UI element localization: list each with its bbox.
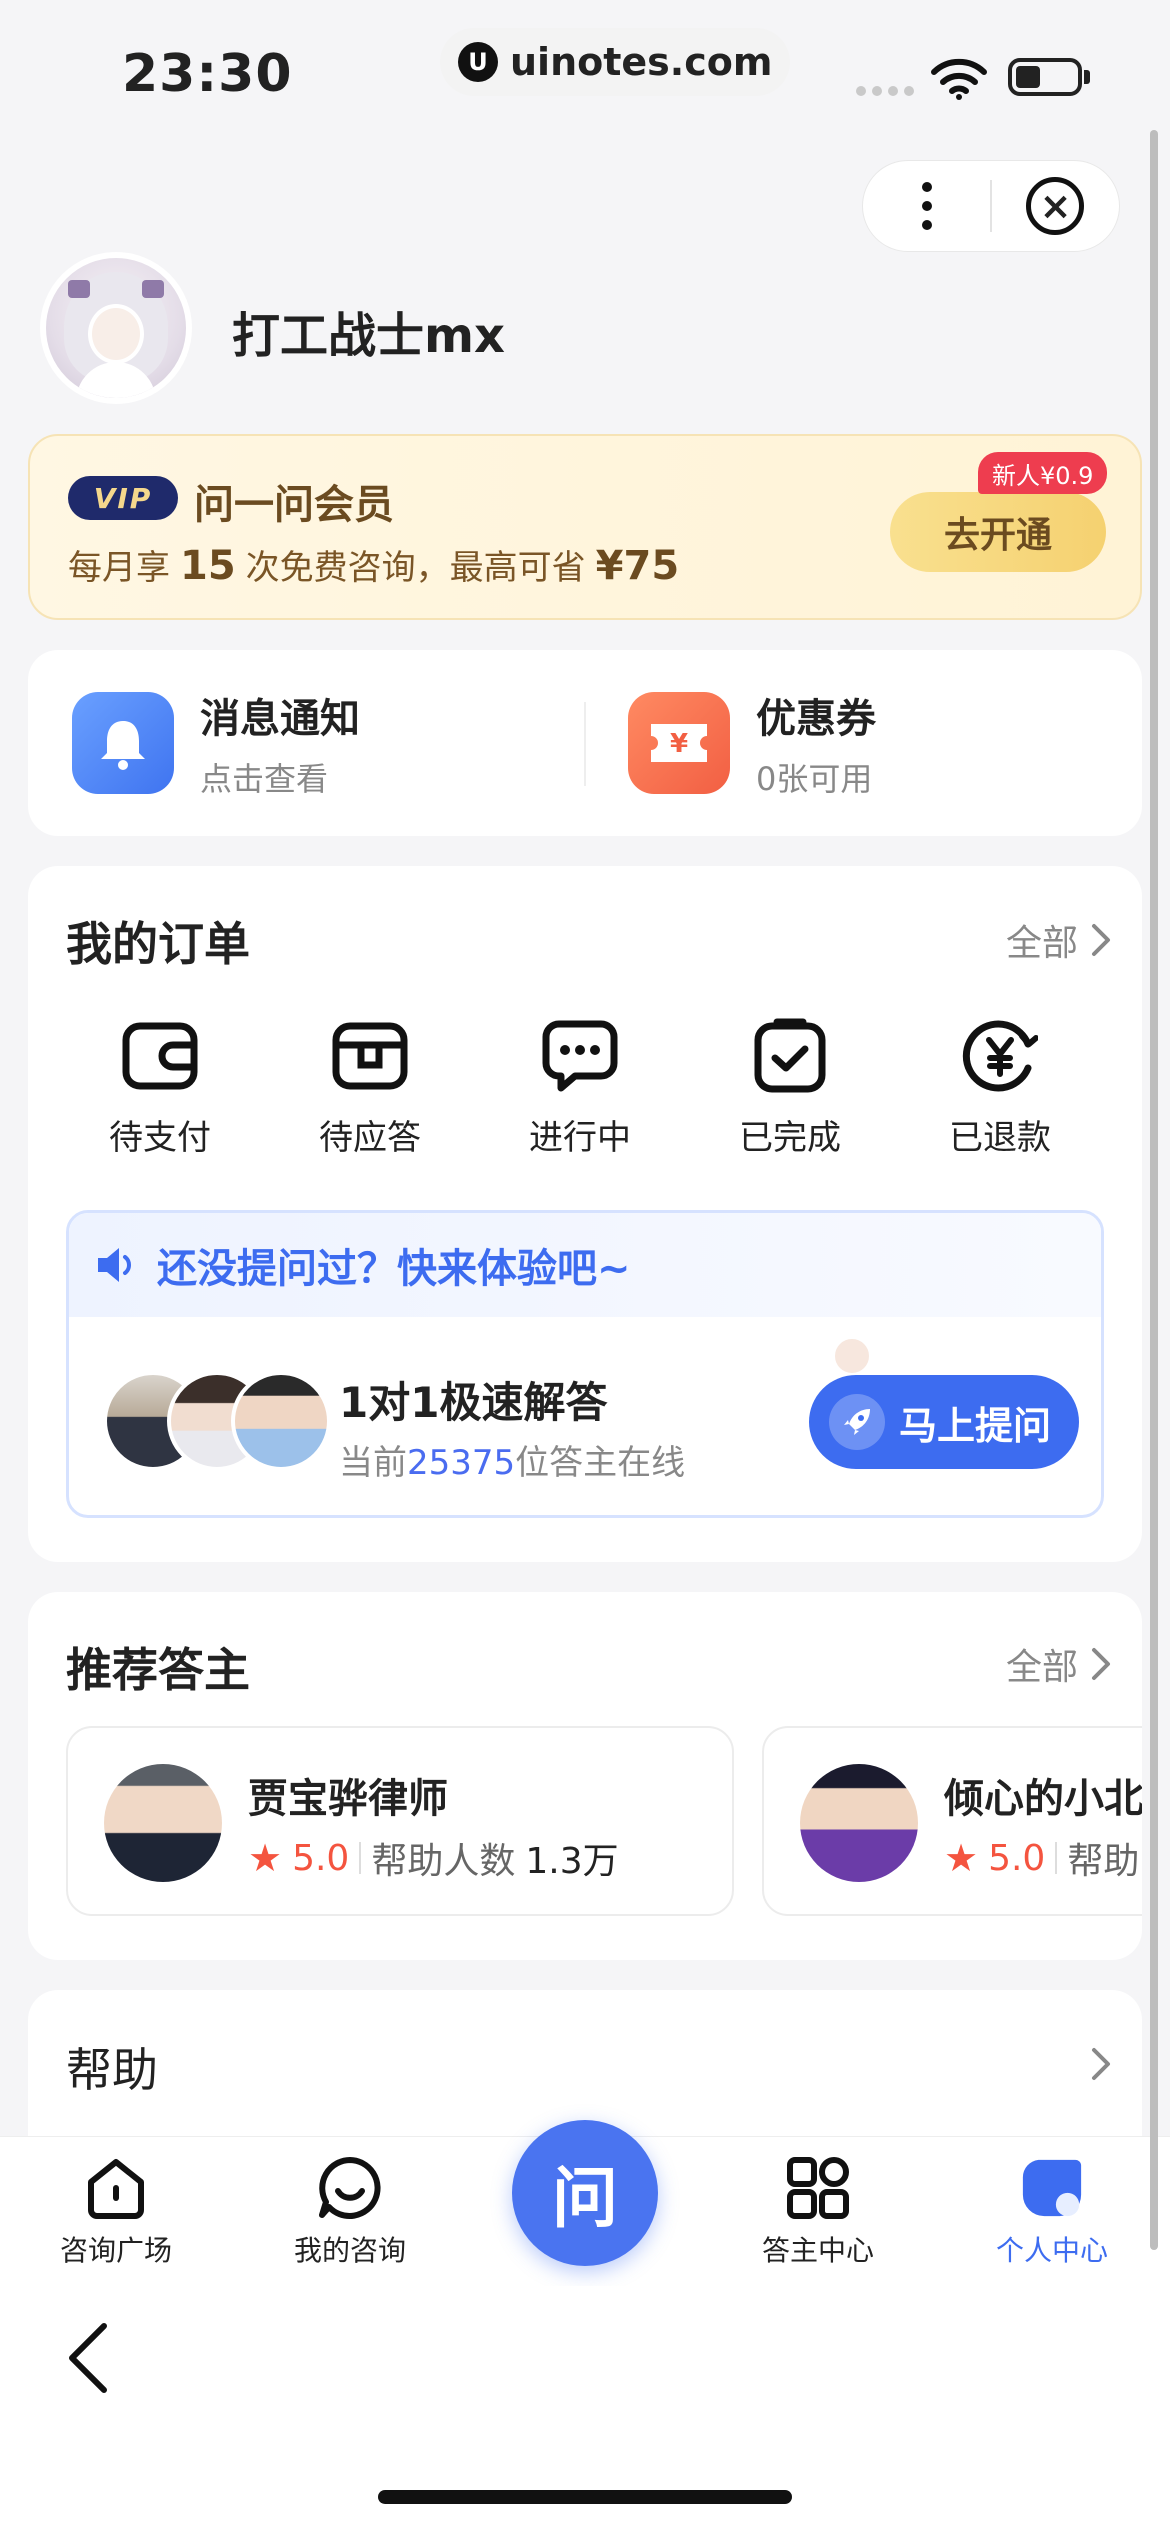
expert-rating: 5.0 (292, 1837, 350, 1879)
notice-divider (584, 702, 586, 786)
wifi-icon (931, 58, 987, 100)
inbox-icon (330, 1016, 410, 1096)
expert-avatars (103, 1371, 331, 1475)
back-arrow-icon[interactable] (60, 2320, 120, 2396)
vip-badge: VIP (68, 476, 178, 520)
expert-name: 贾宝骅律师 (248, 1776, 448, 1822)
ask-promo-subtitle: 当前25375位答主在线 (339, 1443, 686, 1483)
rocket-icon (829, 1394, 885, 1450)
chat-bubble-icon (540, 1016, 620, 1096)
expert-rating: 5.0 (988, 1837, 1046, 1879)
expert-stats: ★ 5.0 帮助 (944, 1832, 1139, 1884)
bell-icon[interactable] (72, 692, 174, 794)
expert-name: 倾心的小北 (944, 1776, 1142, 1822)
chevron-right-icon (1092, 924, 1110, 956)
cellular-signal-icon (856, 86, 914, 96)
order-tab-pending-payment[interactable]: 待支付 (70, 1016, 250, 1159)
battery-tip (1084, 70, 1090, 84)
coupon-icon[interactable]: ¥ (628, 692, 730, 794)
close-button[interactable]: × (992, 161, 1119, 251)
home-indicator[interactable] (378, 2490, 792, 2504)
refund-yen-icon (960, 1016, 1040, 1096)
helped-count: 1.3万 (525, 1841, 619, 1882)
expert-photo (104, 1764, 222, 1882)
username[interactable]: 打工战士mx (232, 296, 505, 366)
status-time: 23:30 (122, 44, 293, 104)
chevron-right-icon (1092, 1648, 1110, 1680)
vip-title: 问一问会员 (194, 482, 394, 528)
messages-entry[interactable]: 消息通知 点击查看 (200, 686, 360, 800)
coupons-entry[interactable]: 优惠券 0张可用 (756, 686, 876, 800)
helped-label: 帮助人数 (371, 1841, 516, 1882)
notice-card: 消息通知 点击查看 ¥ 优惠券 0张可用 (28, 650, 1142, 836)
order-tab-completed[interactable]: 已完成 (700, 1016, 880, 1159)
svg-text:¥: ¥ (670, 729, 688, 759)
star-icon: ★ (248, 1836, 283, 1880)
order-tab-in-progress[interactable]: 进行中 (490, 1016, 670, 1159)
ask-promo-headline: 还没提问过？快来体验吧~ (157, 1246, 631, 1292)
more-dots-icon[interactable] (863, 161, 990, 251)
expert-card[interactable]: 倾心的小北 ★ 5.0 帮助 (762, 1726, 1142, 1916)
orders-see-all-link[interactable]: 全部 (1006, 914, 1112, 966)
ask-promo-box: 还没提问过？快来体验吧~ 1对1极速解答 当前25375位答主在线 马上提问 (66, 1210, 1104, 1518)
grid-apps-icon (785, 2155, 851, 2221)
wallet-icon (120, 1016, 200, 1096)
star-icon: ★ (944, 1836, 979, 1880)
clipboard-check-icon (750, 1016, 830, 1096)
orders-card: 我的订单 全部 待支付 待应答 进行中 已完成 已退款 还没提问过？快来体验吧~… (28, 866, 1142, 1562)
house-icon (83, 2155, 149, 2221)
open-vip-button[interactable]: 去开通 (890, 492, 1106, 572)
help-title: 帮助 (66, 2043, 158, 2097)
speaker-icon (98, 1248, 131, 1282)
chat-smile-icon (317, 2155, 383, 2221)
ask-center-button[interactable]: 问 (512, 2120, 658, 2266)
mini-avatar (833, 1337, 871, 1375)
helped-label: 帮助 (1067, 1841, 1140, 1882)
recommended-experts-card: 推荐答主 全部 贾宝骅律师 ★ 5.0 帮助人数 1.3万 倾心的小北 ★ 5.… (28, 1592, 1142, 1960)
url-pill[interactable]: U uinotes.com (440, 28, 791, 96)
ask-promo-header: 还没提问过？快来体验吧~ (69, 1213, 1101, 1317)
battery-icon (1008, 58, 1082, 96)
profile-blob-icon (1019, 2155, 1085, 2221)
order-tab-awaiting-answer[interactable]: 待应答 (280, 1016, 460, 1159)
newcomer-price-tag: 新人¥0.9 (978, 452, 1108, 494)
expert-avatar-3 (231, 1371, 331, 1471)
scrollbar[interactable] (1150, 130, 1158, 2250)
tab-consult-square[interactable]: 咨询广场 (26, 2155, 206, 2269)
online-count: 25375 (407, 1443, 516, 1483)
expert-photo (800, 1764, 918, 1882)
close-circle-icon: × (1026, 177, 1085, 235)
tab-answerer-center[interactable]: 答主中心 (728, 2155, 908, 2269)
avatar[interactable] (40, 252, 192, 404)
site-logo-icon: U (458, 42, 498, 82)
ask-now-button[interactable]: 马上提问 (809, 1375, 1079, 1469)
tab-personal-center[interactable]: 个人中心 (962, 2155, 1142, 2269)
messages-subtitle: 点击查看 (200, 760, 329, 798)
expert-card[interactable]: 贾宝骅律师 ★ 5.0 帮助人数 1.3万 (66, 1726, 734, 1916)
chevron-right-icon (1092, 2048, 1110, 2080)
order-tab-refunded[interactable]: 已退款 (910, 1016, 1090, 1159)
coupons-title: 优惠券 (756, 696, 876, 742)
url-text: uinotes.com (510, 40, 773, 84)
expert-stats: ★ 5.0 帮助人数 1.3万 (248, 1832, 619, 1884)
recommend-see-all-link[interactable]: 全部 (1006, 1638, 1112, 1690)
vip-description: 每月享 15 次免费咨询，最高可省 ¥75 (68, 543, 680, 589)
recommend-title: 推荐答主 (66, 1643, 250, 1697)
orders-title: 我的订单 (66, 917, 250, 971)
vip-banner[interactable]: VIP 问一问会员 每月享 15 次免费咨询，最高可省 ¥75 去开通 新人¥0… (28, 434, 1142, 620)
coupons-subtitle: 0张可用 (756, 760, 873, 798)
miniprogram-capsule: × (862, 160, 1120, 252)
ask-promo-title: 1对1极速解答 (339, 1378, 608, 1427)
tab-my-consultations[interactable]: 我的咨询 (260, 2155, 440, 2269)
messages-title: 消息通知 (200, 696, 360, 742)
